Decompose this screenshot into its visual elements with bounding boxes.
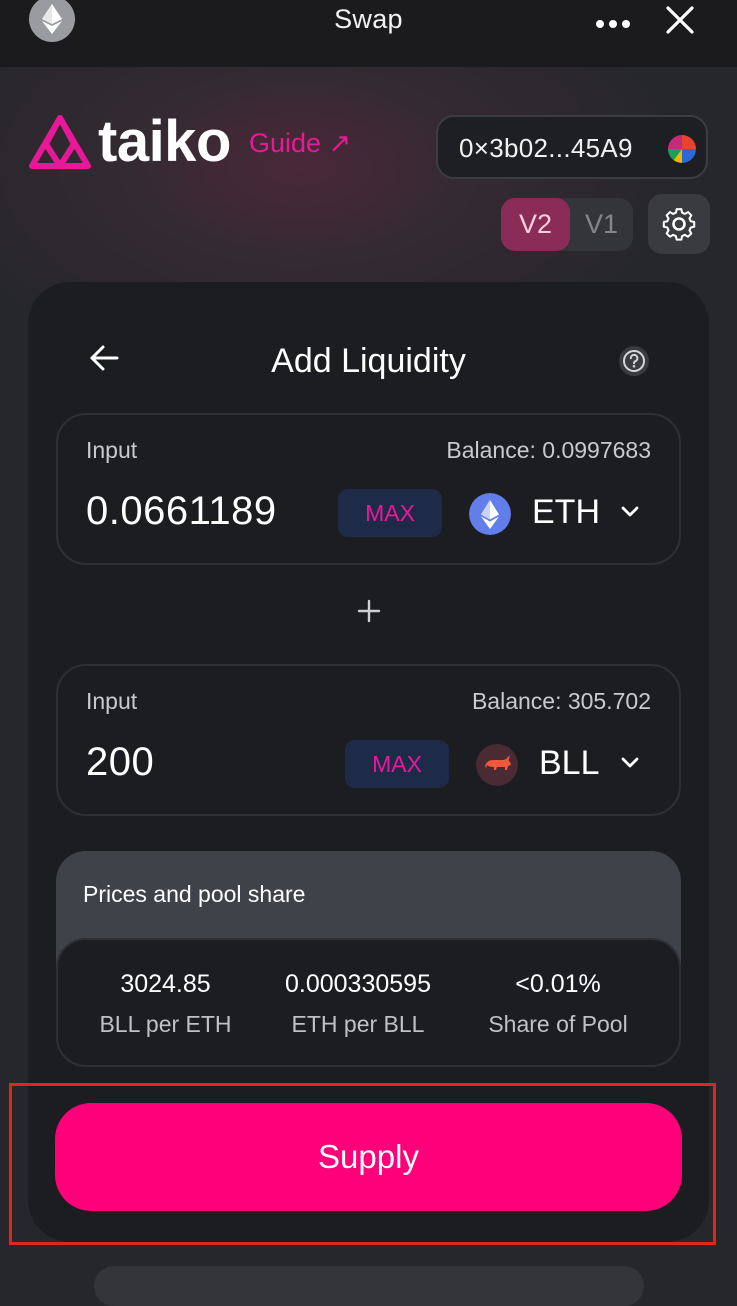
stat-eth-per-bll: 0.000330595 ETH per BLL (258, 970, 458, 1038)
balance-text: Balance: 305.702 (471, 688, 651, 714)
brand-name: taiko (98, 109, 231, 174)
top-bar: Swap (0, 0, 737, 67)
token-symbol: ETH (532, 493, 600, 531)
gear-icon (662, 208, 696, 241)
stat-value: <0.01% (515, 970, 601, 998)
stat-label: BLL per ETH (99, 1011, 232, 1037)
max-button[interactable]: MAX (345, 740, 449, 788)
help-icon[interactable] (619, 346, 649, 376)
plus-icon (357, 599, 381, 623)
stat-value: 0.000330595 (285, 970, 431, 998)
amount-input[interactable]: 0.0661189 (86, 489, 277, 534)
max-button[interactable]: MAX (338, 489, 442, 537)
wallet-address: 0×3b02...45A9 (459, 133, 633, 163)
bull-token-icon (476, 744, 518, 786)
more-icon[interactable] (596, 15, 636, 28)
stat-share-of-pool: <0.01% Share of Pool (468, 970, 648, 1038)
input-label: Input (86, 688, 138, 714)
input-label: Input (86, 437, 138, 463)
prices-title: Prices and pool share (83, 881, 306, 907)
close-icon[interactable] (665, 5, 695, 35)
version-v2-button[interactable]: V2 (501, 198, 570, 251)
stat-label: ETH per BLL (291, 1011, 425, 1037)
wallet-button[interactable]: 0×3b02...45A9 (436, 115, 708, 179)
token-symbol: BLL (539, 744, 600, 782)
prices-pool-share-panel: Prices and pool share 3024.85 BLL per ET… (56, 851, 681, 1067)
stat-value: 3024.85 (120, 970, 211, 998)
amount-input[interactable]: 200 (86, 740, 154, 785)
balance-text: Balance: 0.0997683 (446, 437, 651, 463)
chevron-down-icon (621, 757, 639, 768)
supply-button[interactable]: Supply (55, 1103, 682, 1211)
stat-label: Share of Pool (488, 1011, 628, 1037)
guide-link[interactable]: Guide ↗ (249, 128, 351, 159)
input-eth-panel: Input Balance: 0.0997683 0.0661189 MAX E… (56, 413, 681, 565)
version-toggle: V2 V1 (501, 198, 633, 251)
chevron-down-icon (621, 506, 639, 517)
taiko-mark-icon (29, 115, 91, 169)
eth-token-icon (469, 493, 511, 535)
stat-bll-per-eth: 3024.85 BLL per ETH (78, 970, 253, 1038)
prices-stats: 3024.85 BLL per ETH 0.000330595 ETH per … (56, 938, 681, 1067)
wallet-avatar-icon (668, 135, 696, 163)
next-card-edge (94, 1266, 644, 1306)
settings-button[interactable] (648, 194, 710, 254)
version-v1-button[interactable]: V1 (570, 198, 633, 251)
input-bll-panel: Input Balance: 305.702 200 MAX BLL (56, 664, 681, 816)
